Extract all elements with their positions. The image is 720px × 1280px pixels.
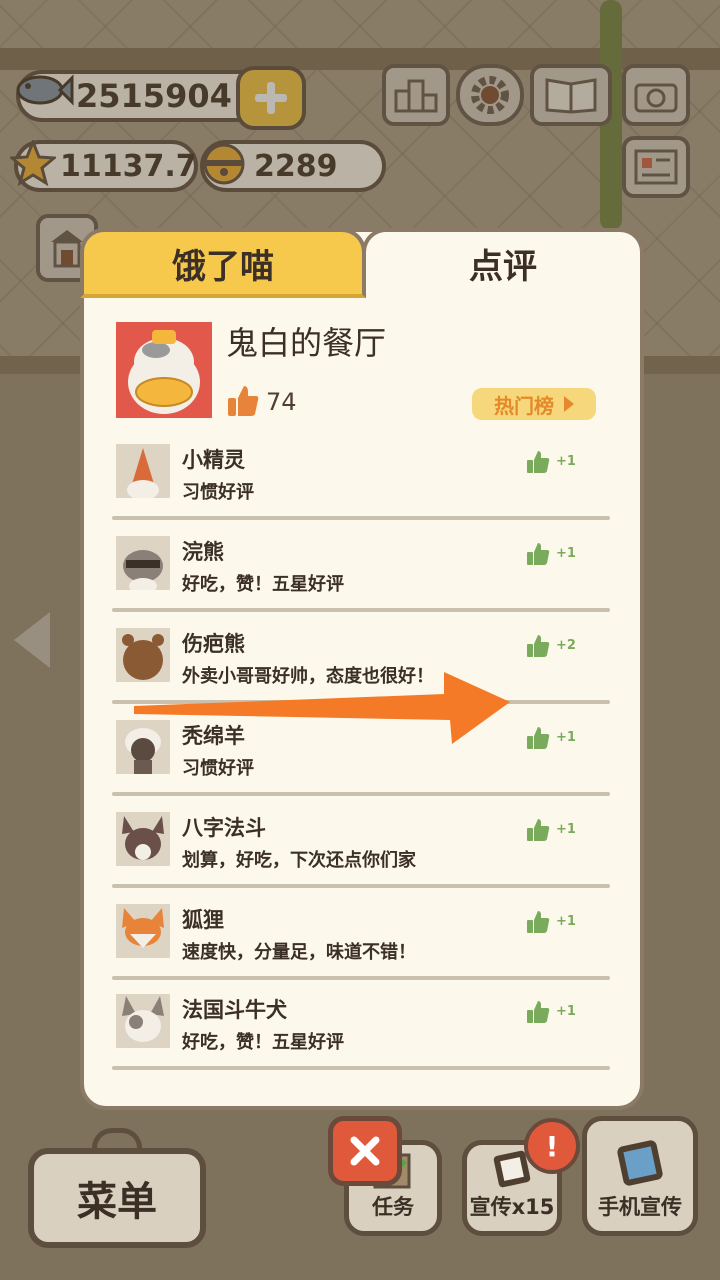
review-item: 八字法斗 划算，好吃，下次还点你们家 +1 [112, 808, 612, 900]
review-like-count: +2 [556, 638, 576, 653]
raccoon-avatar [116, 536, 170, 590]
reviewer-name: 小精灵 [182, 448, 245, 472]
thumbs-up-icon[interactable] [526, 1000, 550, 1024]
fox-avatar [116, 904, 170, 958]
divider [112, 1066, 610, 1070]
thumbs-up-icon[interactable] [526, 910, 550, 934]
restaurant-name: 鬼白的餐厅 [226, 324, 387, 362]
divider [112, 516, 610, 520]
review-comment: 习惯好评 [182, 758, 254, 779]
thumbs-up-icon[interactable] [526, 634, 550, 658]
menu-button[interactable]: 菜单 [28, 1148, 206, 1248]
tab-review[interactable]: 点评 [362, 228, 644, 294]
review-like-count: +1 [556, 454, 576, 469]
reviewer-name: 法国斗牛犬 [182, 998, 287, 1022]
review-item: 浣熊 好吃，赞！五星好评 +1 [112, 532, 612, 624]
divider [112, 608, 610, 612]
review-item: 法国斗牛犬 好吃，赞！五星好评 +1 [112, 990, 612, 1082]
review-comment: 速度快，分量足，味道不错！ [182, 942, 416, 963]
thumbs-up-icon[interactable] [526, 450, 550, 474]
swipe-right-arrow-icon [134, 672, 510, 744]
thumbs-up-icon[interactable] [526, 726, 550, 750]
review-comment: 好吃，赞！五星好评 [182, 574, 344, 595]
reviewer-name: 狐狸 [182, 908, 224, 932]
gnome-avatar [116, 444, 170, 498]
divider [112, 792, 610, 796]
alert-badge: ! [524, 1118, 580, 1174]
review-like-count: +1 [556, 546, 576, 561]
restaurant-like-count: 74 [266, 388, 297, 416]
close-icon [350, 1136, 380, 1166]
close-button[interactable] [328, 1116, 402, 1186]
hot-ranking-label: 热门榜 [494, 393, 554, 418]
review-like-count: +1 [556, 1004, 576, 1019]
reviewer-name: 伤疤熊 [182, 632, 245, 656]
thumbs-up-icon [228, 386, 259, 416]
review-item: 小精灵 习惯好评 +1 [112, 440, 612, 532]
review-like-count: +1 [556, 822, 576, 837]
review-comment: 好吃，赞！五星好评 [182, 1032, 344, 1053]
review-comment: 习惯好评 [182, 482, 254, 503]
restaurant-avatar [116, 322, 212, 418]
reviewer-name: 八字法斗 [182, 816, 266, 840]
phone-icon [617, 1140, 663, 1186]
phone-promo-button[interactable]: 手机宣传 [582, 1116, 698, 1236]
promo-label: 宣传x15 [469, 1195, 555, 1219]
task-label: 任务 [372, 1195, 414, 1219]
review-like-count: +1 [556, 730, 576, 745]
review-like-count: +1 [556, 914, 576, 929]
phone-promo-label: 手机宣传 [598, 1195, 682, 1219]
tab-hungry-cat[interactable]: 饿了喵 [80, 228, 366, 298]
divider [112, 976, 610, 980]
thumbs-up-icon[interactable] [526, 542, 550, 566]
play-arrow-icon [564, 396, 574, 412]
bulldog-avatar [116, 812, 170, 866]
review-comment: 划算，好吃，下次还点你们家 [182, 850, 416, 871]
divider [112, 884, 610, 888]
reviewer-name: 浣熊 [182, 540, 224, 564]
review-item: 狐狸 速度快，分量足，味道不错！ +1 [112, 900, 612, 992]
hot-ranking-button[interactable]: 热门榜 [472, 388, 596, 420]
thumbs-up-icon[interactable] [526, 818, 550, 842]
frenchie-avatar [116, 994, 170, 1048]
